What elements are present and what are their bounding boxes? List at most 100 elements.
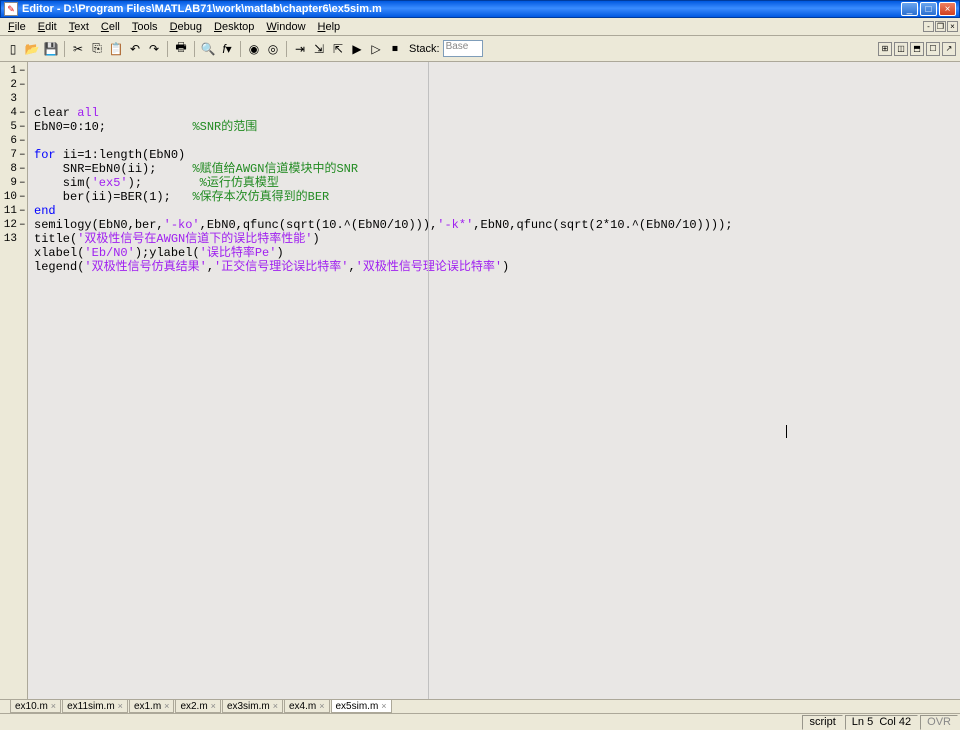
tab-close-icon[interactable]: × [118, 701, 123, 711]
cut-icon[interactable]: ✂ [69, 40, 87, 58]
redo-icon[interactable]: ↷ [145, 40, 163, 58]
step-icon[interactable]: ⇥ [291, 40, 309, 58]
tab-close-icon[interactable]: × [211, 701, 216, 711]
line-number: 7– [0, 148, 27, 162]
title-bar: ✎ Editor - D:\Program Files\MATLAB71\wor… [0, 0, 960, 18]
file-tabs: ex10.m×ex11sim.m×ex1.m×ex2.m×ex3sim.m×ex… [0, 699, 960, 713]
code-line[interactable] [34, 274, 954, 288]
code-editor[interactable]: clear allEbN0=0:10; %SNR的范围 for ii=1:leng… [28, 62, 960, 699]
continue-icon[interactable]: ▶ [348, 40, 366, 58]
paste-icon[interactable]: 📋 [107, 40, 125, 58]
file-tab[interactable]: ex1.m× [129, 700, 175, 713]
file-tab[interactable]: ex3sim.m× [222, 700, 283, 713]
file-tab[interactable]: ex11sim.m× [62, 700, 128, 713]
tab-close-icon[interactable]: × [273, 701, 278, 711]
undo-icon[interactable]: ↶ [126, 40, 144, 58]
editor-area[interactable]: 1–2–34–5–6–7–8–9–10–11–12–13 clear allEb… [0, 62, 960, 699]
code-line[interactable]: end [34, 204, 954, 218]
code-line[interactable]: legend('双极性信号仿真结果','正交信号理论误比特率','双极性信号理论… [34, 260, 954, 274]
stack-dropdown[interactable]: Base [443, 40, 483, 57]
minimize-button[interactable]: _ [901, 2, 918, 16]
code-line[interactable]: title('双极性信号在AWGN信道下的误比特率性能') [34, 232, 954, 246]
split-v-icon[interactable]: ⬒ [910, 42, 924, 56]
status-position: Ln 5 Col 42 [845, 715, 918, 730]
menu-help[interactable]: Help [312, 20, 347, 34]
menu-edit[interactable]: Edit [32, 20, 63, 34]
line-number-gutter: 1–2–34–5–6–7–8–9–10–11–12–13 [0, 62, 28, 699]
maximize-button[interactable]: □ [920, 2, 937, 16]
app-icon: ✎ [4, 2, 18, 16]
code-line[interactable]: xlabel('Eb/N0');ylabel('误比特率Pe') [34, 246, 954, 260]
window-title: Editor - D:\Program Files\MATLAB71\work\… [22, 3, 901, 15]
tile-icon[interactable]: ⊞ [878, 42, 892, 56]
menu-desktop[interactable]: Desktop [208, 20, 260, 34]
print-icon[interactable]: 🖶 [172, 40, 190, 58]
step-out-icon[interactable]: ⇱ [329, 40, 347, 58]
function-icon[interactable]: f▾ [218, 40, 236, 58]
line-number: 12– [0, 218, 27, 232]
tab-label: ex3sim.m [227, 701, 270, 712]
page-rule [428, 62, 429, 699]
tab-label: ex5sim.m [336, 701, 379, 712]
mdi-close-button[interactable]: × [947, 21, 958, 32]
mdi-window-controls: ‑ ❐ × [923, 21, 958, 32]
menu-cell[interactable]: Cell [95, 20, 126, 34]
new-file-icon[interactable]: ▯ [4, 40, 22, 58]
tab-label: ex4.m [289, 701, 316, 712]
window-controls: _ □ × [901, 2, 956, 16]
close-button[interactable]: × [939, 2, 956, 16]
split-h-icon[interactable]: ◫ [894, 42, 908, 56]
menu-window[interactable]: Window [260, 20, 311, 34]
file-tab[interactable]: ex10.m× [10, 700, 61, 713]
tab-label: ex11sim.m [67, 701, 115, 712]
tab-close-icon[interactable]: × [51, 701, 56, 711]
mdi-minimize-button[interactable]: ‑ [923, 21, 934, 32]
menu-text[interactable]: Text [63, 20, 95, 34]
line-number: 5– [0, 120, 27, 134]
find-icon[interactable]: 🔍 [199, 40, 217, 58]
mdi-restore-button[interactable]: ❐ [935, 21, 946, 32]
tab-close-icon[interactable]: × [381, 701, 386, 711]
tab-label: ex2.m [180, 701, 207, 712]
tab-label: ex1.m [134, 701, 161, 712]
set-breakpoint-icon[interactable]: ◉ [245, 40, 263, 58]
status-file-type: script [802, 715, 842, 730]
line-number: 8– [0, 162, 27, 176]
code-line[interactable] [34, 134, 954, 148]
run-icon[interactable]: ▷ [367, 40, 385, 58]
code-line[interactable]: ber(ii)=BER(1); %保存本次仿真得到的BER [34, 190, 954, 204]
tab-close-icon[interactable]: × [319, 701, 324, 711]
toolbar: ▯ 📂 💾 ✂ ⎘ 📋 ↶ ↷ 🖶 🔍 f▾ ◉ ◎ ⇥ ⇲ ⇱ ▶ ▷ ⏹ S… [0, 36, 960, 62]
line-number: 2– [0, 78, 27, 92]
save-icon[interactable]: 💾 [42, 40, 60, 58]
menu-bar: FileEditTextCellToolsDebugDesktopWindowH… [0, 18, 960, 36]
menu-file[interactable]: File [2, 20, 32, 34]
file-tab[interactable]: ex4.m× [284, 700, 330, 713]
line-number: 3 [0, 92, 27, 106]
file-tab[interactable]: ex5sim.m× [331, 700, 392, 713]
copy-icon[interactable]: ⎘ [88, 40, 106, 58]
file-tab[interactable]: ex2.m × [175, 700, 221, 713]
dock-icon[interactable]: ↗ [942, 42, 956, 56]
step-in-icon[interactable]: ⇲ [310, 40, 328, 58]
open-file-icon[interactable]: 📂 [23, 40, 41, 58]
line-number: 9– [0, 176, 27, 190]
status-ovr: OVR [920, 715, 958, 730]
line-number: 13 [0, 232, 27, 246]
code-line[interactable]: semilogy(EbN0,ber,'-ko',EbN0,qfunc(sqrt(… [34, 218, 954, 232]
text-cursor [786, 425, 787, 438]
tab-label: ex10.m [15, 701, 48, 712]
line-number: 10– [0, 190, 27, 204]
tab-close-icon[interactable]: × [164, 701, 169, 711]
clear-breakpoint-icon[interactable]: ◎ [264, 40, 282, 58]
code-line[interactable]: sim('ex5'); %运行仿真模型 [34, 176, 954, 190]
stop-icon[interactable]: ⏹ [386, 40, 404, 58]
code-line[interactable]: clear all [34, 106, 954, 120]
line-number: 1– [0, 64, 27, 78]
code-line[interactable]: EbN0=0:10; %SNR的范围 [34, 120, 954, 134]
code-line[interactable]: for ii=1:length(EbN0) [34, 148, 954, 162]
menu-debug[interactable]: Debug [164, 20, 208, 34]
float-icon[interactable]: ☐ [926, 42, 940, 56]
code-line[interactable]: SNR=EbN0(ii); %赋值给AWGN信道模块中的SNR [34, 162, 954, 176]
menu-tools[interactable]: Tools [126, 20, 164, 34]
